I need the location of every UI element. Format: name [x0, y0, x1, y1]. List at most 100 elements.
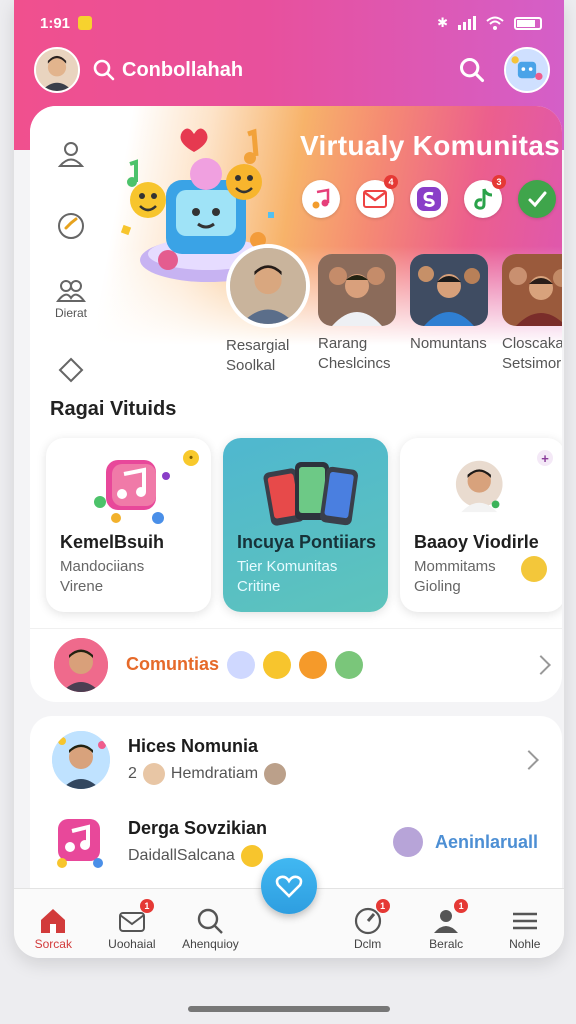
nav-menu[interactable]: Nohle — [485, 889, 564, 958]
group-card[interactable]: Incuya Pontiiars Tier Komunitas Critine — [223, 438, 388, 612]
search-button-icon[interactable] — [458, 56, 486, 84]
nav-search[interactable]: Ahenquioy — [171, 889, 250, 958]
devices-icon — [263, 462, 358, 526]
person-card[interactable]: Nomuntans — [410, 254, 488, 376]
list-title: Derga Sovzikian — [128, 817, 268, 838]
check-icon — [528, 191, 547, 208]
diamond-icon — [58, 357, 84, 383]
card-title: KemelBsuih — [60, 532, 165, 552]
music-app-icon — [94, 460, 170, 524]
mail-app[interactable]: 4 — [356, 175, 398, 218]
community-row[interactable]: Comuntias — [30, 628, 562, 700]
person-card[interactable]: Resargial Soolkal — [226, 244, 310, 376]
nav-label: Nohle — [509, 936, 541, 951]
notification-chip-icon — [78, 16, 93, 30]
card-subtitle: Virene — [60, 578, 104, 595]
header: Conbollahah — [34, 46, 550, 94]
music-app[interactable] — [302, 180, 340, 218]
mail-badge: 4 — [384, 175, 398, 189]
side-item-person[interactable] — [30, 118, 112, 190]
hero-title: Virtualy Komunitas — [300, 130, 561, 161]
tiktok-badge: 3 — [492, 175, 506, 189]
list-subtitle-row: DaidallSalcana — [128, 844, 267, 867]
nav-badge: 1 — [454, 899, 469, 913]
member-avatar — [392, 827, 423, 857]
person-name: Resargial Soolkal — [226, 337, 290, 374]
community-avatar — [54, 637, 108, 692]
nav-label: Uoohaial — [108, 936, 156, 951]
check-circle-icon — [58, 213, 84, 239]
emoji-icon — [299, 650, 328, 679]
emoji-icon — [240, 844, 263, 867]
list-action[interactable]: Aeninlaruall — [392, 827, 538, 857]
chevron-right-icon — [519, 750, 539, 770]
nav-label: Ahenquioy — [182, 936, 239, 951]
s-app-icon — [417, 187, 441, 211]
person-photo — [410, 254, 488, 326]
menu-icon — [512, 912, 537, 929]
user-avatar[interactable] — [34, 47, 80, 93]
side-item-group[interactable]: Dierat — [30, 262, 112, 334]
side-item-check[interactable] — [30, 190, 112, 262]
list-subtitle: DaidallSalcana — [128, 846, 235, 864]
section-title: Ragai Vituids — [50, 398, 177, 420]
search-icon — [198, 908, 224, 934]
people-carousel: Resargial Soolkal Rarang Cheslcincs Nomunt… — [226, 244, 562, 376]
list-item[interactable]: Hices Nomunia 2 Hemdratiam — [30, 720, 562, 800]
group-cards: • KemelBsuih Mandociians Virene Incuya P… — [46, 438, 562, 612]
status-time: 1:91 — [40, 14, 71, 32]
nav-label: Dclm — [353, 936, 382, 951]
side-item-diamond[interactable] — [30, 334, 112, 406]
emoji-icon — [227, 650, 256, 679]
list-subtitle-row: 2 Hemdratiam — [128, 762, 287, 785]
nav-label: Sorcak — [34, 936, 72, 951]
person-name: Rarang Cheslcincs — [318, 335, 391, 372]
app-avatar[interactable] — [504, 47, 550, 93]
check-app[interactable] — [518, 180, 556, 218]
bluetooth-icon: ✱ — [437, 15, 448, 30]
card-subtitle: Tier Komunitas — [237, 558, 338, 575]
nav-activity[interactable]: 1 Dclm — [328, 889, 407, 958]
list-subtitle: Hemdratiam — [170, 764, 259, 782]
s-app[interactable] — [410, 180, 448, 218]
card-subtitle: Critine — [237, 578, 281, 595]
battery-icon — [514, 16, 542, 30]
search-bar[interactable]: Conbollahah — [92, 58, 243, 82]
person-photo — [502, 254, 562, 326]
person-photo — [318, 254, 396, 326]
nav-badge: 1 — [139, 899, 154, 913]
emoji-icon — [263, 650, 292, 679]
status-bar: 1:91 ✱ — [40, 12, 542, 34]
wifi-icon — [486, 16, 504, 30]
person-card[interactable]: CloscakalSetsimorke — [502, 254, 562, 376]
card-title: Incuya Pontiiars — [237, 532, 377, 552]
side-item-label: Dierat — [54, 306, 87, 320]
main-card: Virtualy Komunitas Dierat 4 3 Resargial … — [30, 106, 562, 702]
add-icon[interactable]: + — [537, 450, 553, 466]
notification-dot: • — [183, 450, 199, 466]
nav-home[interactable]: Sorcak — [14, 889, 93, 958]
list-avatar — [52, 813, 110, 871]
tiktok-app[interactable]: 3 — [464, 175, 506, 218]
community-label: Comuntias — [126, 654, 220, 674]
person-name: CloscakalSetsimorke — [502, 335, 562, 372]
nav-profile[interactable]: 1 Beralc — [407, 889, 486, 958]
person-icon — [57, 142, 85, 167]
person-card[interactable]: Rarang Cheslcincs — [318, 254, 396, 376]
chevron-right-icon — [531, 654, 551, 675]
search-label: Conbollahah — [122, 58, 244, 81]
favorite-fab-button[interactable] — [261, 858, 317, 914]
nav-badge: 1 — [375, 899, 390, 913]
card-subtitle: Mommitams — [414, 558, 496, 575]
group-card[interactable]: • KemelBsuih Mandociians Virene — [46, 438, 211, 612]
nav-inbox[interactable]: 1 Uoohaial — [93, 889, 172, 958]
app-shortcut-row: 4 3 — [302, 175, 556, 218]
home-indicator[interactable] — [188, 1006, 390, 1012]
group-icon — [56, 280, 86, 302]
list-title: Hices Nomunia — [128, 735, 259, 756]
member-avatar — [264, 762, 287, 785]
card-subtitle: Mandociians — [60, 558, 145, 575]
member-avatar — [142, 762, 165, 785]
card-title: Baaoy Viodirle — [414, 532, 539, 552]
group-card[interactable]: + Baaoy Viodirle Mommitams Gioling — [400, 438, 562, 612]
